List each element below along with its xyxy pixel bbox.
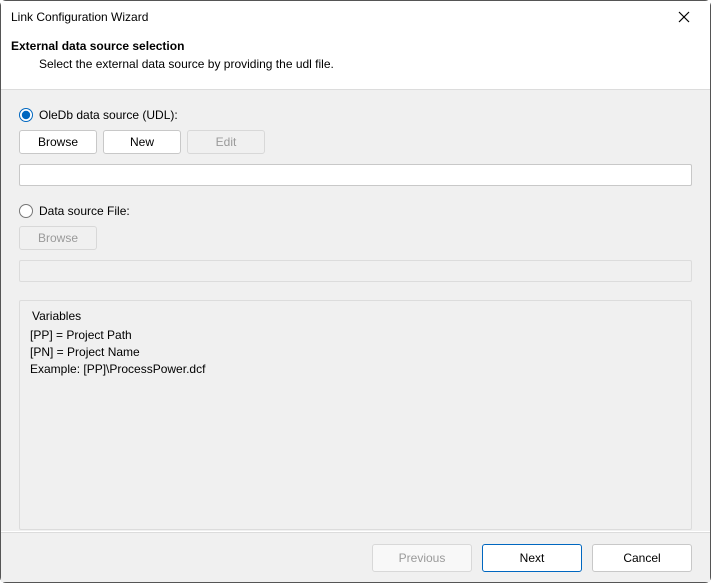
variables-line-pp: [PP] = Project Path: [30, 327, 681, 344]
oledb-edit-button[interactable]: Edit: [187, 130, 265, 154]
variables-group: Variables [PP] = Project Path [PN] = Pro…: [19, 300, 692, 530]
page-heading: External data source selection: [11, 39, 700, 53]
previous-button[interactable]: Previous: [372, 544, 472, 572]
file-radio-label[interactable]: Data source File:: [39, 204, 130, 218]
oledb-new-button[interactable]: New: [103, 130, 181, 154]
cancel-button[interactable]: Cancel: [592, 544, 692, 572]
oledb-path-input[interactable]: [19, 164, 692, 186]
window-title: Link Configuration Wizard: [11, 10, 148, 24]
wizard-footer: Previous Next Cancel: [1, 532, 710, 582]
file-path-input: [19, 260, 692, 282]
variables-line-example: Example: [PP]\ProcessPower.dcf: [30, 361, 681, 378]
wizard-content: OleDb data source (UDL): Browse New Edit…: [1, 90, 710, 531]
wizard-header: External data source selection Select th…: [1, 33, 710, 90]
page-subheading: Select the external data source by provi…: [11, 57, 700, 71]
oledb-browse-button[interactable]: Browse: [19, 130, 97, 154]
oledb-button-row: Browse New Edit: [19, 130, 692, 154]
oledb-radio[interactable]: [19, 108, 33, 122]
oledb-radio-row: OleDb data source (UDL):: [19, 108, 692, 122]
titlebar: Link Configuration Wizard: [1, 1, 710, 33]
next-button[interactable]: Next: [482, 544, 582, 572]
file-browse-button[interactable]: Browse: [19, 226, 97, 250]
file-radio-row: Data source File:: [19, 204, 692, 218]
close-button[interactable]: [670, 3, 698, 31]
variables-line-pn: [PN] = Project Name: [30, 344, 681, 361]
file-button-row: Browse: [19, 226, 692, 250]
close-icon: [678, 11, 690, 23]
file-radio[interactable]: [19, 204, 33, 218]
oledb-radio-label[interactable]: OleDb data source (UDL):: [39, 108, 178, 122]
variables-legend: Variables: [30, 309, 83, 323]
